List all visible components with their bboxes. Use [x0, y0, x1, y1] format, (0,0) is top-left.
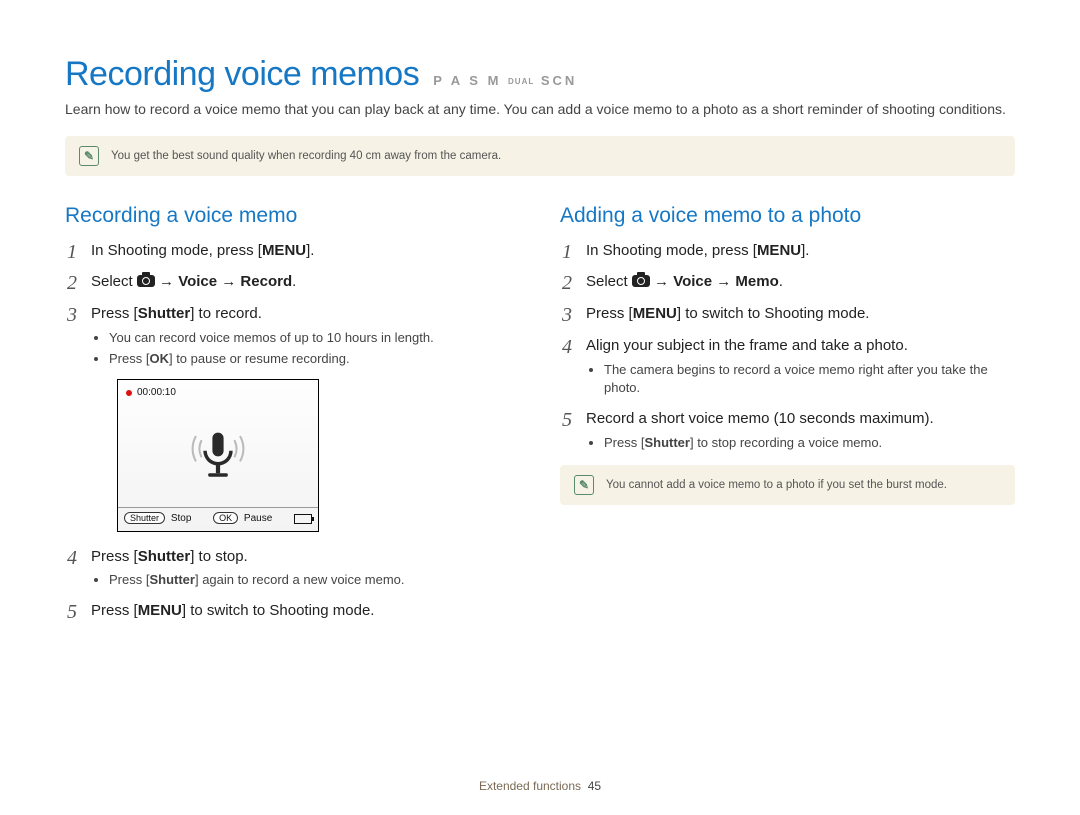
left-step-1: In Shooting mode, press [MENU]. [65, 240, 520, 262]
left-column: Recording a voice memo In Shooting mode,… [65, 204, 520, 632]
right-heading: Adding a voice memo to a photo [560, 204, 1015, 228]
microphone-icon [183, 420, 253, 490]
menu-key: MENU [138, 602, 182, 619]
left-heading: Recording a voice memo [65, 204, 520, 228]
note-icon: ✎ [79, 146, 99, 166]
tip-box-right: ✎ You cannot add a voice memo to a photo… [560, 465, 1015, 505]
camera-screenshot: 00:00:10 [117, 379, 319, 532]
left-step-3-bullet-1: You can record voice memos of up to 10 h… [109, 329, 520, 348]
stop-label: Stop [171, 513, 192, 524]
left-step-2: Select → Voice → Record. [65, 271, 520, 293]
shutter-key: Shutter [138, 305, 191, 322]
right-step-4-bullet: The camera begins to record a voice memo… [604, 361, 1015, 399]
menu-key: MENU [757, 242, 801, 259]
ok-key: OK [149, 351, 169, 366]
page-number: 45 [588, 779, 601, 793]
tip-box-top: ✎ You get the best sound quality when re… [65, 136, 1015, 176]
mode-tags-dual: DUAL [508, 77, 534, 86]
left-step-4: Press [Shutter] to stop. Press [Shutter]… [65, 546, 520, 591]
battery-icon [294, 514, 312, 524]
right-step-4: Align your subject in the frame and take… [560, 335, 1015, 398]
right-step-5: Record a short voice memo (10 seconds ma… [560, 408, 1015, 453]
record-time: 00:00:10 [137, 386, 176, 401]
left-step-4-bullet: Press [Shutter] again to record a new vo… [109, 571, 520, 590]
footer-section: Extended functions [479, 779, 581, 793]
record-dot-icon [126, 390, 132, 396]
page-footer: Extended functions 45 [0, 779, 1080, 793]
page-title: Recording voice memos [65, 55, 419, 94]
right-step-1: In Shooting mode, press [MENU]. [560, 240, 1015, 262]
shutter-key: Shutter [644, 435, 690, 450]
menu-key: MENU [633, 305, 677, 322]
left-step-3: Press [Shutter] to record. You can recor… [65, 303, 520, 531]
ok-capsule: OK [213, 512, 238, 524]
right-step-2: Select → Voice → Memo. [560, 271, 1015, 293]
tip-text-right: You cannot add a voice memo to a photo i… [606, 479, 947, 491]
mode-tags-end: SCN [534, 73, 577, 88]
pause-label: Pause [244, 513, 272, 524]
tip-text-top: You get the best sound quality when reco… [111, 150, 501, 162]
mode-tags: P A S M DUAL SCN [433, 73, 577, 88]
shutter-capsule: Shutter [124, 512, 165, 524]
note-icon: ✎ [574, 475, 594, 495]
right-column: Adding a voice memo to a photo In Shooti… [560, 204, 1015, 632]
right-step-5-bullet: Press [Shutter] to stop recording a voic… [604, 434, 1015, 453]
intro-text: Learn how to record a voice memo that yo… [65, 100, 1015, 120]
camera-icon [632, 275, 650, 287]
right-step-3: Press [MENU] to switch to Shooting mode. [560, 303, 1015, 325]
left-step-3-bullet-2: Press [OK] to pause or resume recording. [109, 350, 520, 369]
menu-key: MENU [262, 242, 306, 259]
left-step-5: Press [MENU] to switch to Shooting mode. [65, 600, 520, 622]
camera-icon [137, 275, 155, 287]
mode-tags-main: P A S M [433, 73, 508, 88]
title-row: Recording voice memos P A S M DUAL SCN [65, 55, 1015, 94]
shutter-key: Shutter [138, 548, 191, 565]
